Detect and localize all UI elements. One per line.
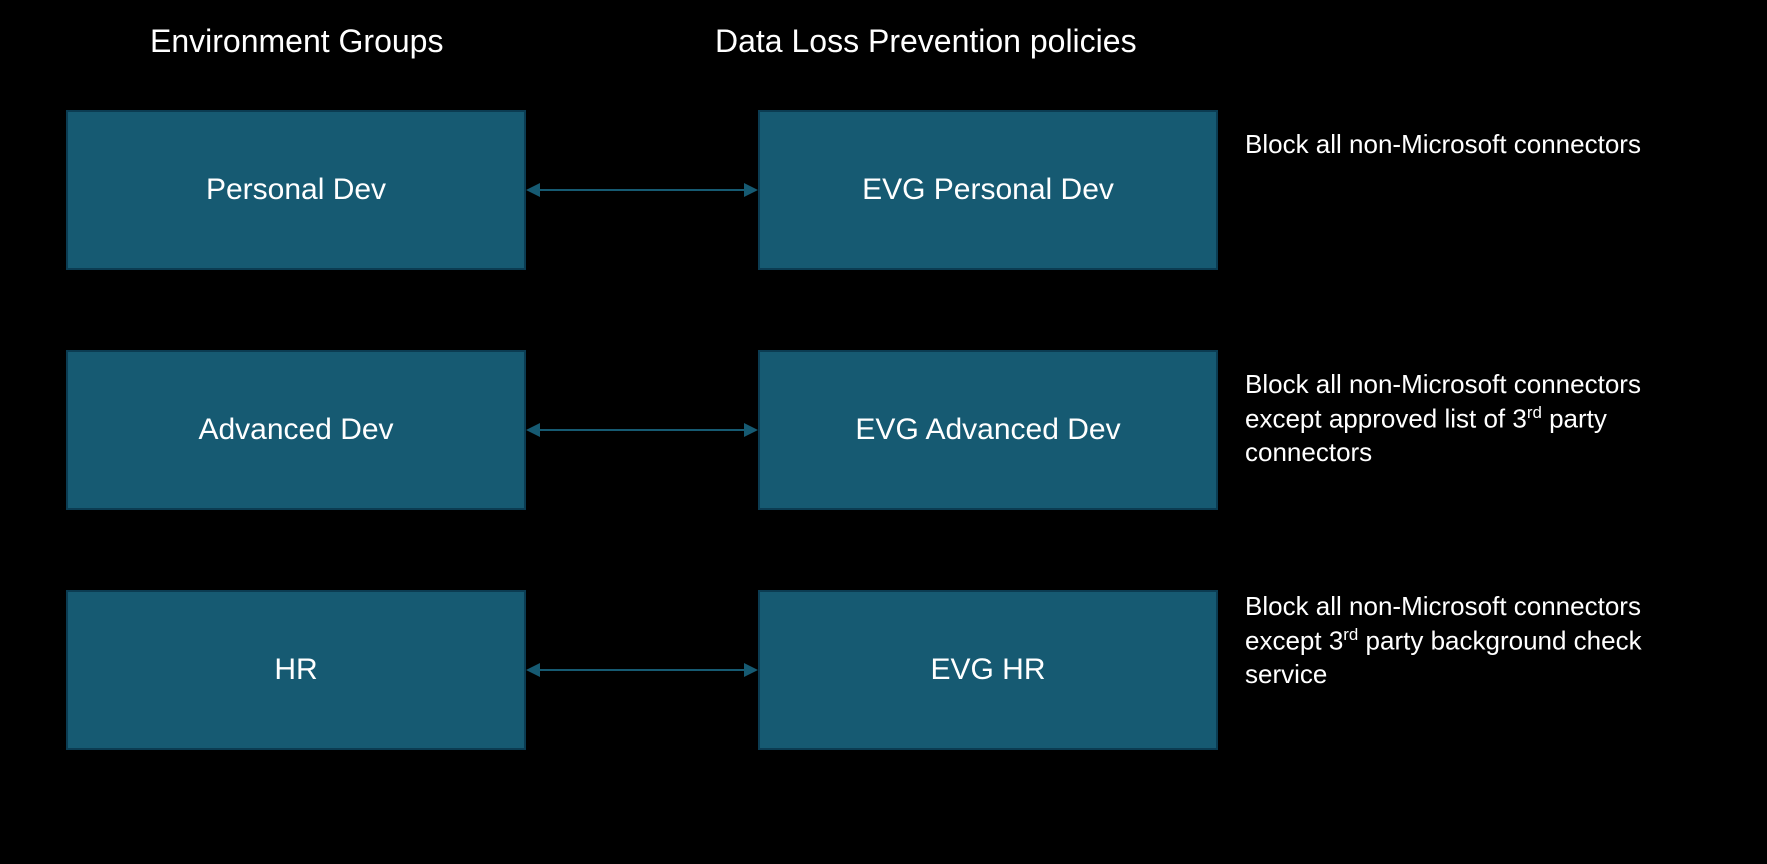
arrow-head-right-icon <box>744 423 758 437</box>
env-group-label: Advanced Dev <box>198 413 393 447</box>
policy-label: EVG Personal Dev <box>862 173 1114 207</box>
env-group-box-advanced-dev: Advanced Dev <box>66 350 526 510</box>
arrow-line <box>540 429 744 431</box>
header-dlp-policies: Data Loss Prevention policies <box>715 23 1137 60</box>
arrow-line <box>540 189 744 191</box>
diagram-row: HR EVG HR Block all non-Microsoft connec… <box>0 590 1767 750</box>
env-group-box-personal-dev: Personal Dev <box>66 110 526 270</box>
env-group-box-hr: HR <box>66 590 526 750</box>
diagram-row: Personal Dev EVG Personal Dev Block all … <box>0 110 1767 270</box>
bidirectional-arrow-icon <box>526 428 758 432</box>
bidirectional-arrow-icon <box>526 188 758 192</box>
policy-description: Block all non-Microsoft connectors excep… <box>1245 590 1705 692</box>
env-group-label: HR <box>274 653 317 687</box>
policy-description: Block all non-Microsoft connectors <box>1245 128 1705 162</box>
policy-description: Block all non-Microsoft connectors excep… <box>1245 368 1705 470</box>
bidirectional-arrow-icon <box>526 668 758 672</box>
policy-label: EVG Advanced Dev <box>855 413 1120 447</box>
env-group-label: Personal Dev <box>206 173 386 207</box>
arrow-head-right-icon <box>744 183 758 197</box>
header-environment-groups: Environment Groups <box>150 23 443 60</box>
policy-label: EVG HR <box>930 653 1045 687</box>
policy-box-advanced-dev: EVG Advanced Dev <box>758 350 1218 510</box>
diagram-row: Advanced Dev EVG Advanced Dev Block all … <box>0 350 1767 510</box>
policy-box-hr: EVG HR <box>758 590 1218 750</box>
arrow-head-left-icon <box>526 423 540 437</box>
arrow-head-right-icon <box>744 663 758 677</box>
arrow-line <box>540 669 744 671</box>
arrow-head-left-icon <box>526 183 540 197</box>
policy-box-personal-dev: EVG Personal Dev <box>758 110 1218 270</box>
arrow-head-left-icon <box>526 663 540 677</box>
